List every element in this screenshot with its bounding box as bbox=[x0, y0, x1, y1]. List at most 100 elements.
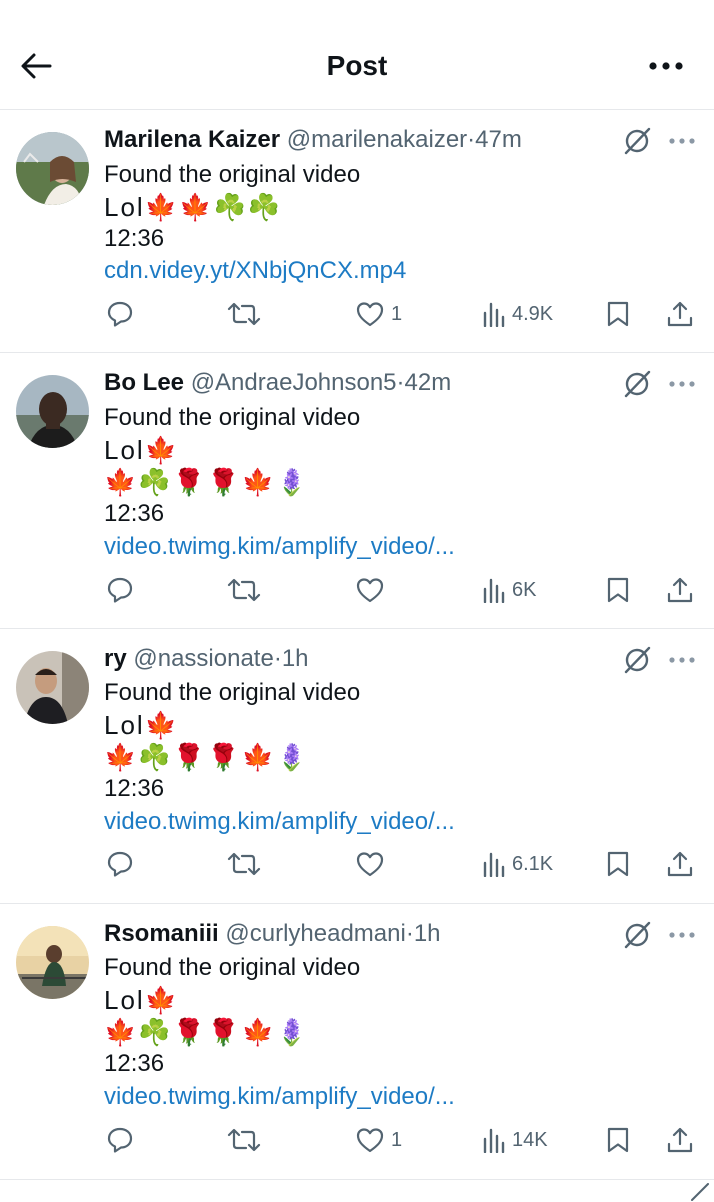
more-horizontal-icon bbox=[669, 657, 695, 663]
views-button[interactable]: 6K bbox=[482, 570, 536, 610]
more-button[interactable] bbox=[664, 647, 700, 673]
post-text-line: 🍁☘️🌹🌹🍁🪻 bbox=[104, 741, 310, 773]
like-button[interactable] bbox=[355, 570, 391, 610]
share-button[interactable] bbox=[666, 1120, 694, 1160]
bookmark-button[interactable] bbox=[606, 1120, 630, 1160]
display-name[interactable]: Rsomaniii bbox=[104, 920, 219, 947]
views-button[interactable]: 4.9K bbox=[482, 294, 553, 334]
more-horizontal-icon bbox=[669, 932, 695, 938]
page-title: Post bbox=[326, 50, 388, 81]
post-time[interactable]: 42m bbox=[405, 369, 452, 396]
share-icon bbox=[667, 1127, 693, 1153]
post-link[interactable]: cdn.videy.yt/XNbjQnCX.mp4 bbox=[104, 255, 406, 287]
post-header: Bo Lee @AndraeJohnson5·42m bbox=[104, 365, 451, 401]
user-handle[interactable]: @marilenakaizer bbox=[287, 126, 467, 153]
post-time[interactable]: 1h bbox=[414, 920, 441, 947]
share-button[interactable] bbox=[666, 570, 694, 610]
avatar[interactable] bbox=[16, 926, 89, 999]
reply-button[interactable] bbox=[106, 294, 140, 334]
like-button[interactable] bbox=[355, 844, 391, 884]
share-button[interactable] bbox=[666, 844, 694, 884]
user-handle[interactable]: @nassionate bbox=[133, 645, 273, 672]
action-bar: 1 4.9K bbox=[0, 294, 714, 334]
more-horizontal-icon bbox=[649, 62, 683, 70]
display-name[interactable]: Marilena Kaizer bbox=[104, 126, 280, 153]
views-count: 6K bbox=[512, 578, 537, 601]
grok-button[interactable] bbox=[620, 367, 654, 401]
views-bar-chart-icon bbox=[483, 1128, 505, 1153]
post-link[interactable]: video.twimg.kim/amplify_video/... bbox=[104, 806, 455, 838]
emoji-text: 🍁☘️🌹🌹🍁🪻 bbox=[104, 742, 311, 772]
like-button[interactable]: 1 bbox=[355, 294, 402, 334]
grok-icon bbox=[624, 127, 651, 155]
post-time[interactable]: 1h bbox=[282, 645, 309, 672]
more-button[interactable] bbox=[664, 371, 700, 397]
avatar[interactable] bbox=[16, 132, 89, 205]
reply-icon bbox=[107, 301, 133, 327]
post-text-line: Lol🍁 bbox=[104, 709, 179, 741]
post-header: Rsomaniii @curlyheadmani·1h bbox=[104, 916, 441, 952]
reply-button[interactable] bbox=[106, 570, 140, 610]
grok-icon bbox=[624, 370, 651, 398]
repost-button[interactable] bbox=[226, 570, 268, 610]
views-bar-chart-icon bbox=[483, 852, 505, 877]
emoji-text: Lol🍁🍁☘️☘️ bbox=[104, 192, 283, 222]
post-time[interactable]: 47m bbox=[475, 126, 522, 153]
user-handle[interactable]: @AndraeJohnson5 bbox=[191, 369, 397, 396]
post-text-line: Lol🍁 bbox=[104, 434, 179, 466]
reply-button[interactable] bbox=[106, 1120, 140, 1160]
repost-icon bbox=[227, 578, 261, 602]
reply-post[interactable]: ry @nassionate·1h Found the original vid… bbox=[0, 629, 714, 904]
bookmark-button[interactable] bbox=[606, 570, 630, 610]
bookmark-icon bbox=[607, 577, 629, 603]
share-icon bbox=[667, 851, 693, 877]
heart-icon bbox=[356, 302, 384, 327]
post-link[interactable]: video.twimg.kim/amplify_video/... bbox=[104, 531, 455, 563]
reply-post[interactable]: Rsomaniii @curlyheadmani·1h Found the or… bbox=[0, 904, 714, 1180]
more-button[interactable] bbox=[664, 922, 700, 948]
more-options-button[interactable] bbox=[646, 50, 686, 82]
grok-button[interactable] bbox=[620, 918, 654, 952]
repost-icon bbox=[227, 302, 261, 326]
like-count: 1 bbox=[391, 1128, 403, 1151]
share-button[interactable] bbox=[666, 294, 694, 334]
separator-dot: · bbox=[405, 920, 414, 947]
views-button[interactable]: 6.1K bbox=[482, 844, 553, 884]
post-header: ry @nassionate·1h bbox=[104, 641, 309, 677]
like-button[interactable]: 1 bbox=[355, 1120, 402, 1160]
reply-button[interactable] bbox=[106, 844, 140, 884]
bookmark-icon bbox=[607, 851, 629, 877]
post-text-line: 12:36 bbox=[104, 225, 165, 252]
bookmark-button[interactable] bbox=[606, 294, 630, 334]
post-text-line: 🍁☘️🌹🌹🍁🪻 bbox=[104, 1016, 310, 1048]
grok-button[interactable] bbox=[620, 124, 654, 158]
like-count: 1 bbox=[391, 302, 403, 325]
bookmark-button[interactable] bbox=[606, 844, 630, 884]
action-bar: 6K bbox=[0, 570, 714, 610]
views-bar-chart-icon bbox=[483, 578, 505, 603]
display-name[interactable]: Bo Lee bbox=[104, 369, 184, 396]
repost-button[interactable] bbox=[226, 844, 268, 884]
grok-button[interactable] bbox=[620, 643, 654, 677]
repost-button[interactable] bbox=[226, 1120, 268, 1160]
reply-post[interactable]: Bo Lee @AndraeJohnson5·42m Found the ori… bbox=[0, 353, 714, 629]
views-button[interactable]: 14K bbox=[482, 1120, 548, 1160]
user-handle[interactable]: @curlyheadmani bbox=[225, 920, 405, 947]
post-link[interactable]: video.twimg.kim/amplify_video/... bbox=[104, 1081, 455, 1113]
emoji-text: 🍁☘️🌹🌹🍁🪻 bbox=[104, 1017, 311, 1047]
more-button[interactable] bbox=[664, 128, 700, 154]
display-name[interactable]: ry bbox=[104, 645, 127, 672]
emoji-text: Lol🍁 bbox=[104, 985, 180, 1015]
grok-icon bbox=[624, 921, 651, 949]
reply-post[interactable]: Marilena Kaizer @marilenakaizer·47m Foun… bbox=[0, 110, 714, 353]
reply-icon bbox=[107, 1127, 133, 1153]
grok-icon bbox=[624, 646, 651, 674]
avatar[interactable] bbox=[16, 651, 89, 724]
post-text-line: 12:36 bbox=[104, 775, 165, 802]
separator-dot: · bbox=[273, 645, 282, 672]
post-text-line: Lol🍁🍁☘️☘️ bbox=[104, 191, 282, 223]
views-bar-chart-icon bbox=[483, 302, 505, 327]
repost-button[interactable] bbox=[226, 294, 268, 334]
heart-icon bbox=[356, 1128, 384, 1153]
avatar[interactable] bbox=[16, 375, 89, 448]
